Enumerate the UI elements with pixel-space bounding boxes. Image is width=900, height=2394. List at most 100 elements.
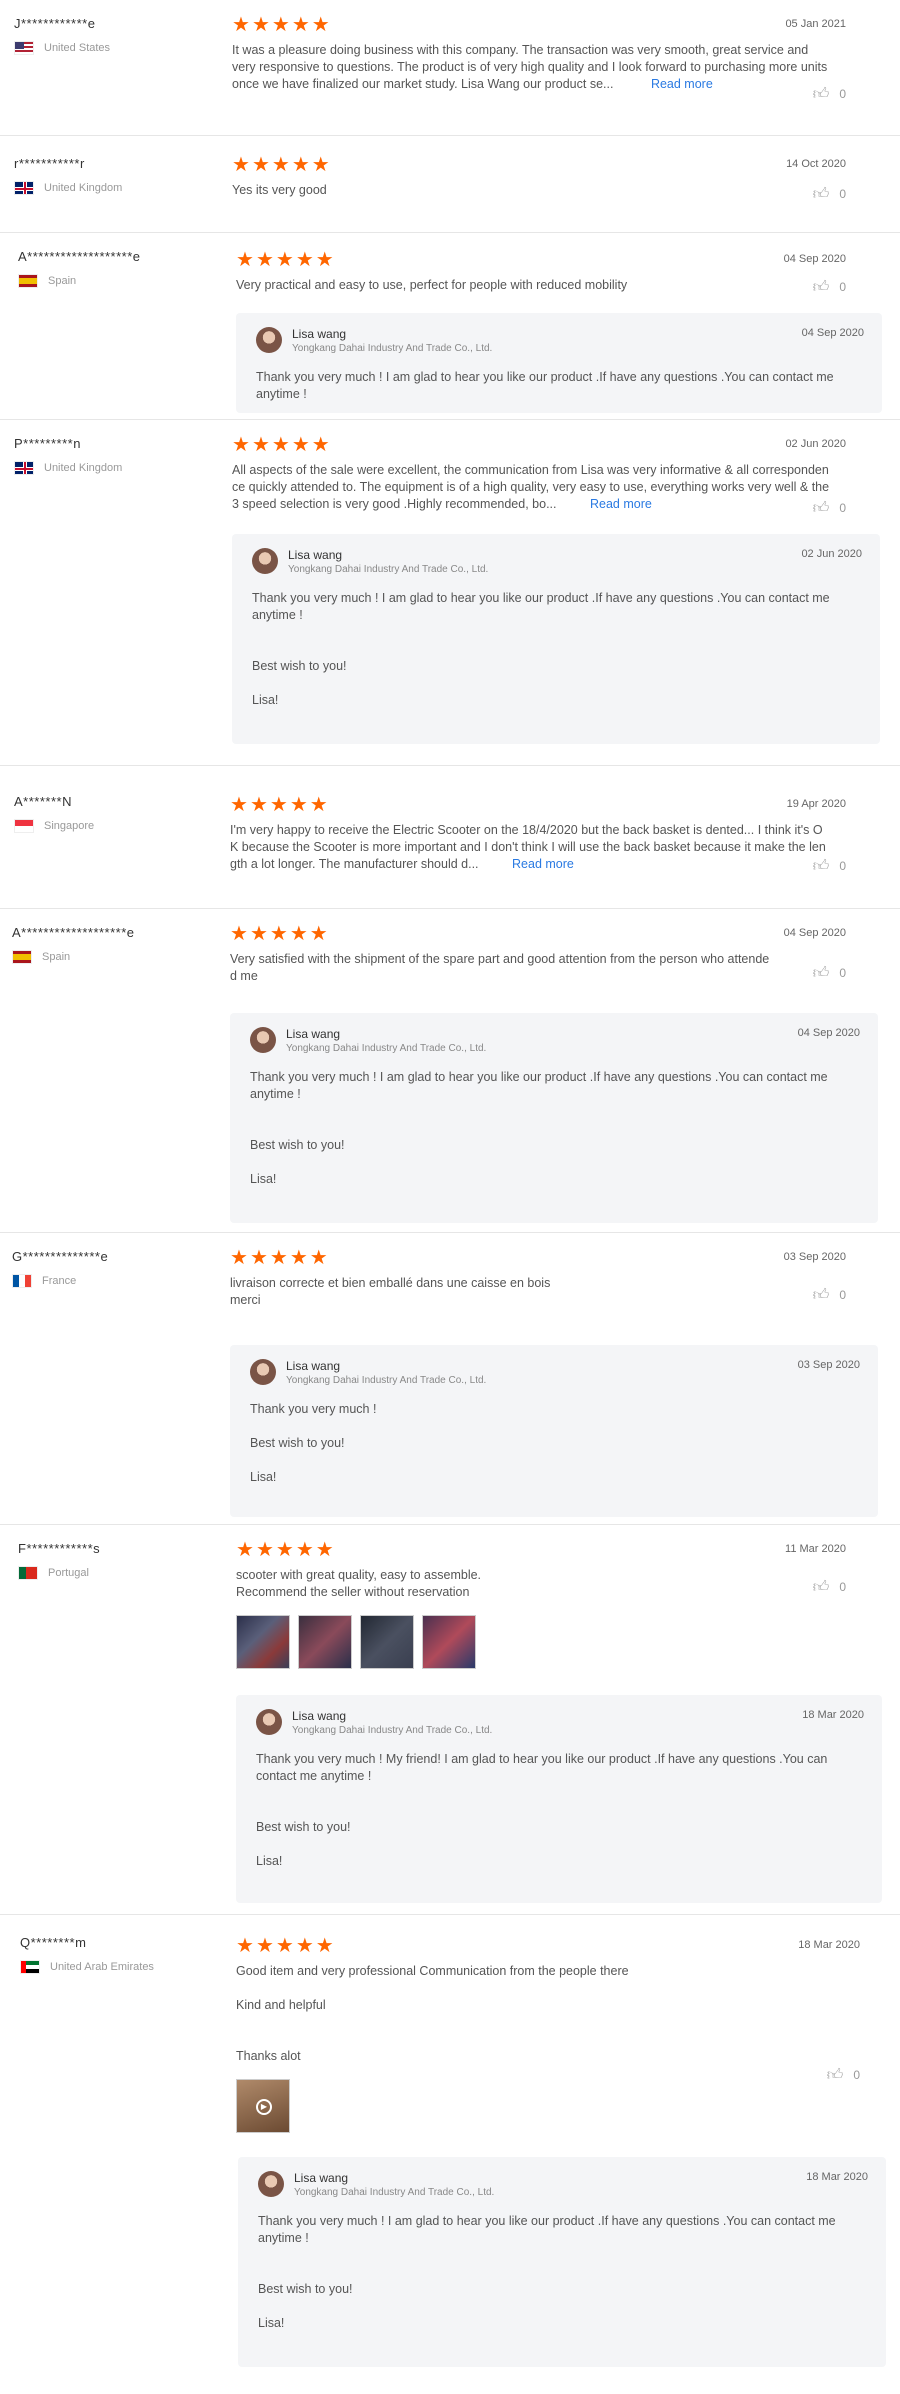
es-flag-icon (18, 274, 38, 288)
review-text: Very practical and easy to use, perfect … (236, 278, 628, 292)
review-date: 03 Sep 2020 (783, 1251, 846, 1263)
buyer-info: G**************e France (12, 1249, 212, 1288)
buyer-name: r***********r (14, 156, 85, 171)
thumbs-up-icon[interactable]: 👍︎ (813, 184, 830, 204)
star-icon: ★ (271, 12, 290, 36)
like-button[interactable]: 👍︎ 0 (813, 84, 846, 104)
like-count: 0 (839, 1580, 846, 1594)
gb-flag-icon (14, 461, 34, 475)
reply-date: 02 Jun 2020 (801, 548, 862, 560)
like-button[interactable]: 👍︎ 0 (813, 1577, 846, 1597)
review-photo[interactable] (422, 1615, 476, 1669)
country-name: Spain (48, 275, 77, 287)
reply-date: 03 Sep 2020 (797, 1359, 860, 1371)
gb-flag-icon (14, 181, 34, 195)
star-icon: ★ (315, 1537, 334, 1561)
es-flag-icon (12, 950, 32, 964)
buyer-country: Spain (12, 950, 212, 964)
review-body: ★ ★ ★ ★ ★ 03 Sep 2020 livraison correcte et … (230, 1247, 882, 1309)
rating-stars: ★ ★ ★ ★ ★ (236, 1935, 882, 1955)
like-count: 0 (853, 2068, 860, 2082)
review-item: F************s Portugal ★ ★ ★ ★ ★ 11 Mar 202… (0, 1525, 900, 1915)
us-flag-icon (14, 41, 34, 55)
review-item: Q********m United Arab Emirates ★ ★ ★ ★ ★ 18… (0, 1915, 900, 2394)
star-icon: ★ (251, 432, 270, 456)
review-photo[interactable] (360, 1615, 414, 1669)
like-count: 0 (839, 966, 846, 980)
star-icon: ★ (291, 432, 310, 456)
star-icon: ★ (295, 1537, 314, 1561)
star-icon: ★ (291, 152, 310, 176)
star-icon: ★ (251, 152, 270, 176)
review-item: J************e United States ★ ★ ★ ★ ★ 05 Ja… (0, 0, 900, 136)
reply-author: Lisa wang (292, 1709, 347, 1723)
star-icon: ★ (275, 1537, 294, 1561)
thumbs-up-icon[interactable]: 👍︎ (813, 1285, 830, 1305)
like-count: 0 (839, 1288, 846, 1302)
reply-text: Thank you very much ! My friend! I am gl… (256, 1752, 828, 1868)
review-item: A*******N Singapore ★ ★ ★ ★ ★ 19 Apr 2020 I'… (0, 766, 900, 909)
star-icon: ★ (315, 247, 334, 271)
review-date: 05 Jan 2021 (785, 18, 846, 30)
like-button[interactable]: 👍︎ 0 (813, 963, 846, 983)
star-icon: ★ (315, 1933, 334, 1957)
read-more-link[interactable]: Read more (651, 77, 713, 91)
like-count: 0 (839, 501, 846, 515)
review-photo[interactable] (236, 1615, 290, 1669)
rating-stars: ★ ★ ★ ★ ★ (232, 154, 882, 174)
star-icon: ★ (232, 152, 250, 176)
like-button[interactable]: 👍︎ 0 (813, 1285, 846, 1305)
play-icon[interactable]: ▶ (256, 2099, 272, 2115)
buyer-info: F************s Portugal (18, 1541, 218, 1580)
star-icon: ★ (255, 1537, 274, 1561)
reply-text: Thank you very much ! I am glad to hear … (250, 1070, 828, 1186)
review-date: 04 Sep 2020 (783, 927, 846, 939)
thumbs-up-icon[interactable]: 👍︎ (813, 84, 830, 104)
review-text: Good item and very professional Communic… (236, 1964, 629, 2063)
seller-reply: Lisa wang Yongkang Dahai Industry And Tr… (232, 534, 880, 744)
thumbs-up-icon[interactable]: 👍︎ (813, 963, 830, 983)
star-icon: ★ (295, 1933, 314, 1957)
buyer-country: Portugal (18, 1566, 218, 1580)
like-button[interactable]: 👍︎ 0 (813, 277, 846, 297)
like-count: 0 (839, 859, 846, 873)
buyer-country: France (12, 1274, 212, 1288)
reply-date: 04 Sep 2020 (797, 1027, 860, 1039)
rating-stars: ★ ★ ★ ★ ★ (230, 794, 882, 814)
buyer-info: r***********r United Kingdom (14, 156, 214, 195)
thumbs-up-icon[interactable]: 👍︎ (813, 856, 830, 876)
read-more-link[interactable]: Read more (590, 497, 652, 511)
review-body: ★ ★ ★ ★ ★ 02 Jun 2020 All aspects of the sal… (232, 432, 882, 517)
review-text: scooter with great quality, easy to asse… (236, 1568, 482, 1599)
star-icon: ★ (255, 247, 274, 271)
like-button[interactable]: 👍︎ 0 (827, 2065, 860, 2085)
star-icon: ★ (309, 921, 328, 945)
buyer-name: A*******N (14, 794, 72, 809)
buyer-name: A*******************e (18, 249, 141, 264)
thumbs-up-icon[interactable]: 👍︎ (813, 277, 830, 297)
buyer-country: Singapore (14, 819, 214, 833)
star-icon: ★ (251, 12, 270, 36)
reply-company: Yongkang Dahai Industry And Trade Co., L… (292, 343, 493, 354)
read-more-link[interactable]: Read more (512, 857, 574, 871)
like-button[interactable]: 👍︎ 0 (813, 856, 846, 876)
buyer-info: Q********m United Arab Emirates (20, 1935, 220, 1974)
review-video[interactable]: ▶ (236, 2079, 290, 2133)
seller-reply: Lisa wang Yongkang Dahai Industry And Tr… (236, 1695, 882, 1903)
buyer-info: P*********n United Kingdom (14, 436, 214, 475)
reply-author: Lisa wang (292, 327, 347, 341)
seller-reply: Lisa wang Yongkang Dahai Industry And Tr… (236, 313, 882, 413)
star-icon: ★ (309, 1245, 328, 1269)
review-photo[interactable] (298, 1615, 352, 1669)
like-button[interactable]: 👍︎ 0 (813, 184, 846, 204)
thumbs-up-icon[interactable]: 👍︎ (827, 2065, 844, 2085)
thumbs-up-icon[interactable]: 👍︎ (813, 1577, 830, 1597)
like-button[interactable]: 👍︎ 0 (813, 498, 846, 518)
thumbs-up-icon[interactable]: 👍︎ (813, 498, 830, 518)
reply-company: Yongkang Dahai Industry And Trade Co., L… (286, 1375, 487, 1386)
buyer-country: United Kingdom (14, 181, 214, 195)
like-count: 0 (839, 280, 846, 294)
review-item: r***********r United Kingdom ★ ★ ★ ★ ★ 14 Oc… (0, 136, 900, 233)
buyer-country: United Arab Emirates (20, 1960, 220, 1974)
country-name: Portugal (48, 1567, 89, 1579)
